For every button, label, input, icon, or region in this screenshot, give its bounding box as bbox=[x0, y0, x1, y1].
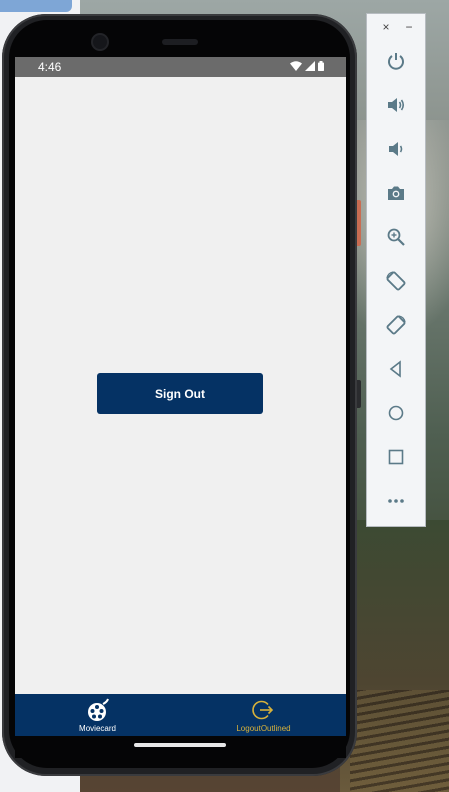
front-camera bbox=[93, 35, 107, 49]
status-bar: 4:46 bbox=[15, 57, 346, 77]
rotate-right-icon[interactable] bbox=[381, 310, 411, 340]
logout-outlined-icon bbox=[251, 700, 273, 720]
close-icon[interactable]: × bbox=[380, 20, 392, 36]
desktop-tile bbox=[0, 0, 72, 12]
zoom-icon[interactable] bbox=[381, 222, 411, 252]
power-icon[interactable] bbox=[381, 46, 411, 76]
overview-icon[interactable] bbox=[381, 442, 411, 472]
tab-moviecard-label: Moviecard bbox=[79, 724, 116, 733]
battery-icon bbox=[318, 61, 324, 71]
movie-reel-icon bbox=[87, 698, 109, 721]
app-screen: 4:46 Sign Out Moviecard LogoutOutlined bbox=[15, 57, 346, 736]
home-icon[interactable] bbox=[381, 398, 411, 428]
back-icon[interactable] bbox=[381, 354, 411, 384]
signal-icon bbox=[305, 61, 315, 71]
phone-power-key bbox=[357, 200, 361, 246]
tab-moviecard[interactable]: Moviecard bbox=[15, 694, 180, 736]
volume-down-icon[interactable] bbox=[381, 134, 411, 164]
wallpaper-vineyard bbox=[350, 690, 449, 792]
volume-up-icon[interactable] bbox=[381, 90, 411, 120]
tab-logout[interactable]: LogoutOutlined bbox=[181, 694, 346, 736]
minimize-icon[interactable]: − bbox=[403, 20, 415, 36]
bottom-tab-bar: Moviecard LogoutOutlined bbox=[15, 694, 346, 736]
earpiece-speaker bbox=[162, 39, 198, 45]
wifi-icon bbox=[290, 61, 302, 71]
tab-logout-label: LogoutOutlined bbox=[236, 724, 291, 733]
more-icon[interactable] bbox=[381, 486, 411, 516]
toolbar-window-controls: × − bbox=[367, 20, 425, 36]
phone-side-key bbox=[357, 380, 361, 408]
status-icons bbox=[290, 61, 324, 71]
home-gesture-pill[interactable] bbox=[134, 743, 226, 747]
system-nav-bar bbox=[15, 736, 346, 758]
sign-out-button[interactable]: Sign Out bbox=[97, 373, 263, 414]
emulator-toolbar: × − bbox=[366, 13, 426, 527]
status-time: 4:46 bbox=[38, 60, 62, 74]
rotate-left-icon[interactable] bbox=[381, 266, 411, 296]
camera-icon[interactable] bbox=[381, 178, 411, 208]
